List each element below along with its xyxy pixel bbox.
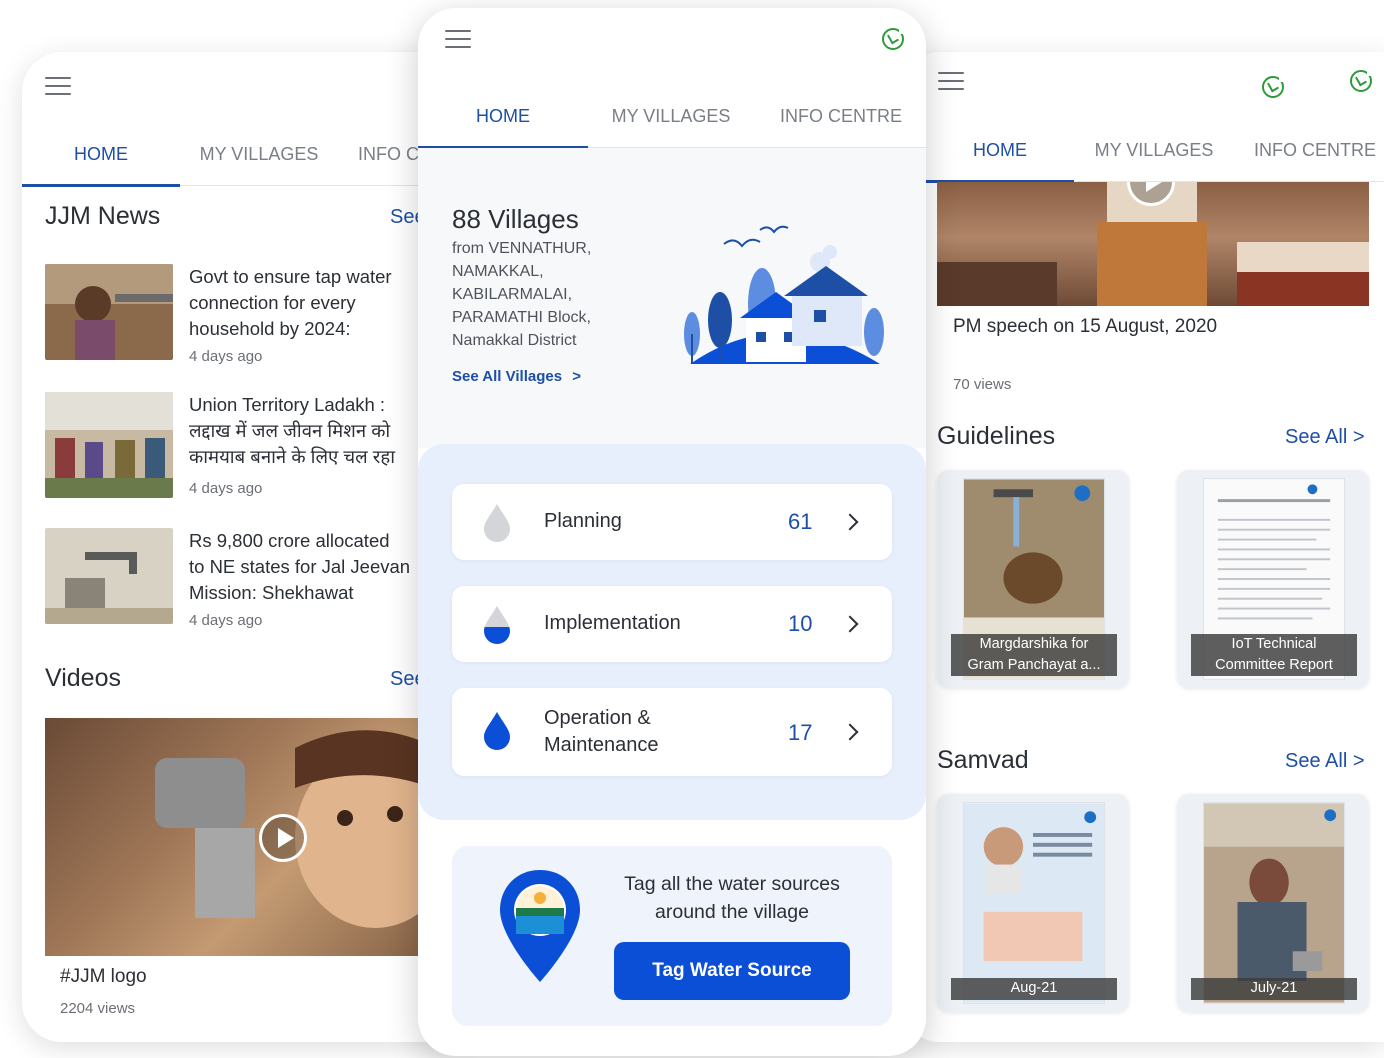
news-thumbnail-child-drinking [45, 264, 173, 360]
tag-water-sources-text: Tag all the water sources around the vil… [624, 873, 840, 923]
news-item[interactable]: Govt to ensure tap water connection for … [45, 264, 465, 374]
video-illustration [155, 730, 455, 928]
tab-my-villages[interactable]: MY VILLAGES [180, 136, 338, 186]
status-count: 17 [788, 720, 813, 745]
news-section-title: JJM News [45, 202, 161, 230]
samvad-see-all-link[interactable]: See All > [1285, 750, 1365, 773]
villages-count: 88 Villages [452, 204, 579, 234]
samvad-cover-image [1203, 802, 1345, 1004]
guideline-caption: Margdarshika for Gram Panchayat a... [951, 634, 1117, 676]
villages-location: from VENNATHUR, NAMAKKAL, KABILARMALAI, … [452, 240, 592, 349]
pm-speech-views: 70 views [953, 376, 1012, 393]
chevron-right-icon: > [572, 368, 581, 385]
guidelines-see-all-link[interactable]: See All > [1285, 426, 1365, 449]
status-count: 10 [788, 611, 813, 636]
chevron-right-icon [841, 615, 859, 633]
sync-icon[interactable] [1350, 69, 1374, 92]
samvad-card[interactable]: Aug-21 [937, 794, 1129, 1012]
samvad-caption: Aug-21 [951, 978, 1117, 1000]
tab-bar: HOME MY VILLAGES INFO CENTRE [900, 132, 1384, 183]
tag-water-source-panel: Tag all the water sources around the vil… [452, 846, 892, 1026]
tab-home[interactable]: HOME [418, 98, 588, 149]
see-all-villages-label: See All Villages [452, 368, 563, 385]
guideline-card[interactable]: IoT Technical Committee Report [1177, 470, 1369, 688]
guideline-caption: IoT Technical Committee Report [1191, 634, 1357, 676]
videos-section-title: Videos [45, 664, 121, 692]
video-views: 2204 views [60, 1000, 136, 1017]
tab-my-villages[interactable]: MY VILLAGES [1084, 132, 1224, 182]
news-timestamp: 4 days ago [189, 612, 263, 629]
samvad-section-title: Samvad [937, 746, 1029, 774]
samvad-caption: July-21 [1191, 978, 1357, 1000]
water-drop-icon [484, 712, 510, 750]
menu-icon[interactable] [938, 72, 964, 90]
samvad-cover-image [963, 802, 1105, 1004]
video-title: #JJM logo [60, 966, 147, 987]
menu-icon[interactable] [45, 77, 71, 95]
status-label: Implementation [544, 612, 681, 634]
tag-water-source-button[interactable]: Tag Water Source [614, 942, 850, 1000]
news-timestamp: 4 days ago [189, 480, 263, 497]
chevron-right-icon [841, 723, 859, 741]
pm-speech-title: PM speech on 15 August, 2020 [953, 316, 1218, 337]
news-thumbnail-ladakh-meeting [45, 392, 173, 498]
location-pin-icon [500, 870, 580, 982]
tab-info-centre[interactable]: INFO CENTRE [1250, 132, 1380, 182]
sync-icon[interactable] [882, 27, 906, 50]
status-row-planning[interactable]: Planning 61 [452, 484, 892, 560]
tab-info-centre[interactable]: INFO CENTRE [768, 98, 914, 148]
news-item[interactable]: Rs 9,800 crore allocated to NE states fo… [45, 528, 465, 638]
sync-icon[interactable] [1262, 75, 1286, 98]
status-label: Planning [544, 510, 622, 532]
chevron-right-icon [841, 513, 859, 531]
app-showcase: HOME MY VILLAGES INFO C JJM News See Gov… [0, 0, 1384, 1058]
phone-home-news: HOME MY VILLAGES INFO C JJM News See Gov… [22, 52, 482, 1042]
tab-home[interactable]: HOME [926, 132, 1074, 183]
play-icon[interactable] [259, 814, 307, 862]
tab-bar: HOME MY VILLAGES INFO C [22, 136, 482, 187]
status-count: 61 [788, 509, 813, 534]
see-all-villages-link[interactable]: See All Villages > [452, 368, 581, 385]
status-row-implementation[interactable]: Implementation 10 [452, 586, 892, 662]
video-thumbnail[interactable] [45, 718, 465, 956]
status-row-operation-maintenance[interactable]: Operation & Maintenance 17 [452, 688, 892, 776]
tab-my-villages[interactable]: MY VILLAGES [596, 98, 746, 148]
news-thumbnail-tap [45, 528, 173, 624]
guideline-card[interactable]: Margdarshika for Gram Panchayat a... [937, 470, 1129, 688]
phone-info-centre: HOME MY VILLAGES INFO CENTRE PM speech o… [900, 52, 1384, 1042]
guidelines-section-title: Guidelines [937, 422, 1056, 450]
status-label: Operation & Maintenance [544, 707, 659, 756]
tab-home[interactable]: HOME [22, 136, 180, 187]
news-item[interactable]: Union Territory Ladakh : लद्दाख में जल ज… [45, 392, 465, 502]
samvad-card[interactable]: July-21 [1177, 794, 1369, 1012]
news-timestamp: 4 days ago [189, 348, 263, 365]
tab-bar: HOME MY VILLAGES INFO CENTRE [418, 98, 926, 149]
status-panel: Planning 61 Implementation 10 Operation … [418, 444, 926, 820]
village-illustration [684, 225, 884, 364]
pm-speech-video-thumbnail[interactable] [937, 182, 1369, 306]
phone-home-villages: HOME MY VILLAGES INFO CENTRE 88 Villages… [418, 8, 926, 1056]
menu-icon[interactable] [445, 30, 471, 48]
water-drop-icon [484, 606, 510, 644]
water-drop-icon [484, 504, 510, 542]
